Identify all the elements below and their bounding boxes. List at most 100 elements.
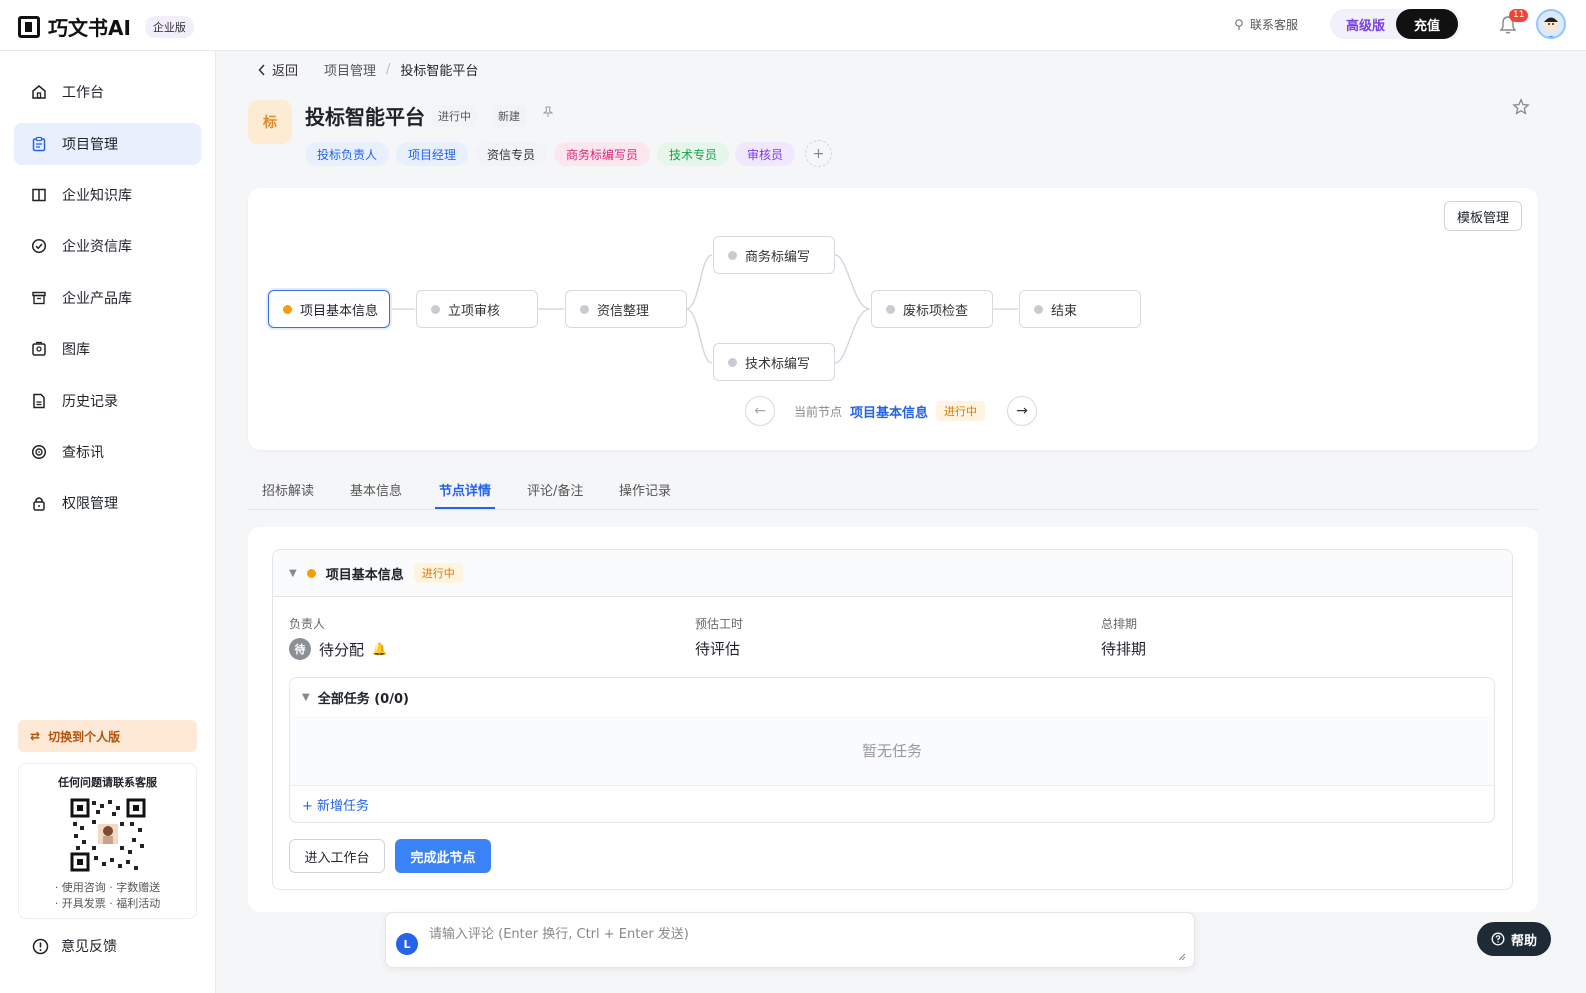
current-node-status: 进行中 (936, 401, 986, 421)
current-node-name: 项目基本信息 (850, 405, 929, 421)
enter-workspace-button[interactable]: 进入工作台 (289, 839, 385, 873)
bell-emoji-icon: 🔔 (372, 642, 387, 656)
sidebar-item-knowledge[interactable]: 企业知识库 (14, 174, 201, 216)
role-tag[interactable]: 投标负责人 (305, 142, 390, 166)
flow-node-technical-bid[interactable]: 技术标编写 (713, 343, 835, 381)
logo[interactable]: 巧文书AI 企业版 (18, 12, 194, 41)
chevron-left-icon (258, 63, 265, 76)
role-tag[interactable]: 项目经理 (396, 142, 469, 166)
comment-input[interactable]: 请输入评论 (Enter 换行, Ctrl + Enter 发送) (429, 923, 689, 942)
role-tag[interactable]: 资信专员 (475, 142, 548, 166)
project-type-tag: 新建 (492, 105, 526, 127)
tab-bid-analysis[interactable]: 招标解读 (262, 480, 314, 499)
feedback-label: 意见反馈 (61, 939, 117, 955)
logo-icon (18, 15, 40, 38)
flow-node-label: 技术标编写 (745, 356, 811, 372)
help-button[interactable]: 帮助 (1477, 922, 1551, 956)
complete-node-button[interactable]: 完成此节点 (395, 839, 491, 873)
tab-operation-log[interactable]: 操作记录 (619, 480, 671, 499)
switch-to-personal-button[interactable]: ⇄ 切换到个人版 (18, 720, 197, 752)
sidebar-item-permissions[interactable]: 权限管理 (14, 482, 201, 524)
tab-basic-info[interactable]: 基本信息 (350, 480, 402, 499)
resize-handle-icon[interactable] (1178, 953, 1186, 961)
tab-comments[interactable]: 评论/备注 (527, 480, 583, 499)
node-panel-header[interactable]: ▼ 项目基本信息 进行中 (273, 550, 1512, 597)
lock-icon (30, 494, 48, 512)
sidebar-item-credentials[interactable]: 企业资信库 (14, 225, 201, 267)
next-node-button[interactable]: → (1007, 396, 1037, 426)
owner-avatar: 待 (289, 638, 311, 660)
comment-box[interactable]: L 请输入评论 (Enter 换行, Ctrl + Enter 发送) (385, 912, 1195, 968)
add-task-button[interactable]: + 新增任务 (290, 786, 1494, 822)
sidebar-item-label: 项目管理 (62, 137, 118, 153)
notification-badge: 11 (1509, 9, 1529, 22)
flow-node-label: 立项审核 (448, 303, 501, 319)
breadcrumb-parent[interactable]: 项目管理 (324, 60, 376, 79)
current-node-indicator: 当前节点 项目基本信息 进行中 (794, 401, 986, 421)
back-link[interactable]: 返回 (258, 60, 298, 79)
status-dot (886, 304, 895, 314)
breadcrumb: 返回 项目管理 / 投标智能平台 (258, 60, 478, 79)
edition-badge: 企业版 (144, 15, 194, 38)
plan-label[interactable]: 高级版 (1330, 15, 1396, 34)
lightbulb-icon (1235, 18, 1243, 30)
flow-node-label: 结束 (1051, 303, 1078, 319)
sidebar-item-projects[interactable]: 项目管理 (14, 123, 201, 165)
status-dot (580, 304, 589, 314)
role-tag[interactable]: 商务标编写员 (554, 142, 651, 166)
owner-value[interactable]: 待 待分配 🔔 (289, 638, 387, 660)
help-label: 帮助 (1510, 933, 1537, 949)
file-icon (30, 392, 48, 410)
sidebar-item-label: 企业知识库 (62, 188, 132, 204)
arrow-left-icon: ← (754, 403, 766, 419)
prev-node-button[interactable]: ← (745, 396, 775, 426)
project-title: 投标智能平台 (305, 105, 425, 129)
top-bar: 巧文书AI 企业版 联系客服 高级版 充值 11 (0, 0, 1586, 51)
tab-node-details[interactable]: 节点详情 (439, 480, 491, 499)
flow-node-basic-info[interactable]: 项目基本信息 (268, 290, 390, 328)
role-tag[interactable]: 技术专员 (657, 142, 730, 166)
flow-node-credentials[interactable]: 资信整理 (565, 290, 687, 328)
active-tab-indicator (435, 507, 495, 509)
qr-line-1: · 使用咨询 · 字数赠送 (54, 881, 161, 894)
sidebar-item-history[interactable]: 历史记录 (14, 380, 201, 422)
flow-node-disqualify-check[interactable]: 废标项检查 (871, 290, 993, 328)
current-node-label: 当前节点 (794, 404, 843, 419)
clipboard-icon (30, 135, 48, 153)
sidebar-item-gallery[interactable]: 图库 (14, 328, 201, 370)
role-tag[interactable]: 审核员 (735, 142, 796, 166)
status-dot (728, 250, 737, 260)
flow-node-label: 资信整理 (597, 303, 650, 319)
sidebar-item-label: 图库 (62, 342, 90, 358)
sidebar-item-label: 企业资信库 (62, 239, 132, 255)
add-role-button[interactable]: + (805, 140, 832, 167)
sidebar-item-workbench[interactable]: 工作台 (14, 71, 201, 113)
plan-switch: 高级版 充值 (1330, 9, 1460, 39)
sidebar-item-products[interactable]: 企业产品库 (14, 277, 201, 319)
node-title: 项目基本信息 (325, 567, 404, 583)
sidebar-item-bid-search[interactable]: 查标讯 (14, 431, 201, 473)
feedback-button[interactable]: 意见反馈 (32, 936, 117, 956)
collapse-triangle-icon[interactable]: ▼ (289, 568, 297, 579)
node-panel: ▼ 项目基本信息 进行中 负责人 待 待分配 🔔 预估工时 待评估 总排期 待排… (272, 549, 1513, 890)
image-icon (30, 340, 48, 358)
flow-node-approval[interactable]: 立项审核 (416, 290, 538, 328)
box-icon (30, 289, 48, 307)
contact-support[interactable]: 联系客服 (1234, 16, 1298, 33)
flow-node-label: 商务标编写 (745, 249, 811, 265)
collapse-triangle-icon[interactable]: ▼ (302, 692, 310, 703)
node-detail-card: ▼ 项目基本信息 进行中 负责人 待 待分配 🔔 预估工时 待评估 总排期 待排… (248, 527, 1538, 912)
pin-icon[interactable] (542, 106, 554, 118)
help-circle-icon (1491, 932, 1505, 946)
flow-node-end[interactable]: 结束 (1019, 290, 1141, 328)
flow-node-business-bid[interactable]: 商务标编写 (713, 236, 835, 274)
switch-label: 切换到个人版 (48, 729, 121, 744)
task-list-header[interactable]: ▼ 全部任务 (0/0) (290, 678, 1494, 716)
user-avatar[interactable] (1536, 9, 1566, 39)
star-icon[interactable] (1512, 98, 1530, 116)
sidebar-item-label: 工作台 (62, 85, 104, 101)
recharge-button[interactable]: 充值 (1396, 9, 1458, 39)
project-icon: 标 (248, 100, 292, 144)
status-dot (431, 304, 440, 314)
logo-text: 巧文书AI (48, 16, 131, 40)
